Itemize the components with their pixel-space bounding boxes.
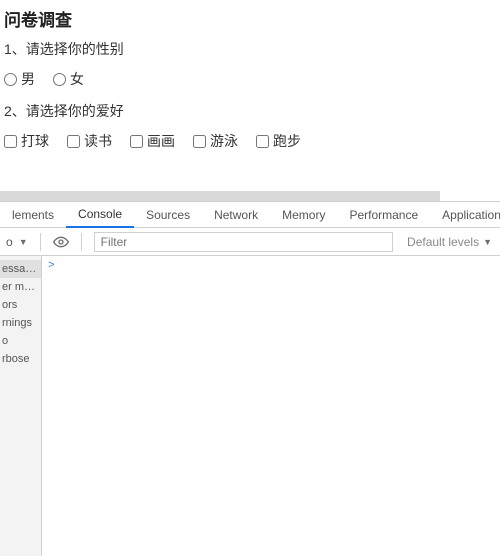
sidebar-item-info[interactable]: o (0, 332, 41, 350)
eye-icon[interactable] (53, 234, 69, 250)
tab-performance[interactable]: Performance (337, 202, 430, 228)
tab-memory[interactable]: Memory (270, 202, 337, 228)
context-label[interactable]: o (6, 235, 13, 249)
console-toolbar: o ▼ Default levels ▼ (0, 228, 500, 256)
question-2-text: 2、请选择你的爱好 (4, 101, 500, 121)
option-label: 男 (21, 69, 35, 89)
option-ball[interactable]: 打球 (4, 131, 49, 151)
levels-label: Default levels (407, 235, 479, 249)
option-draw[interactable]: 画画 (130, 131, 175, 151)
option-label: 读书 (84, 131, 112, 151)
page-title: 问卷调查 (4, 6, 500, 31)
sidebar-item-user-messages[interactable]: er me... (0, 278, 41, 296)
option-label: 女 (70, 69, 84, 89)
devtools-panel: lements Console Sources Network Memory P… (0, 201, 500, 556)
option-label: 打球 (21, 131, 49, 151)
option-label: 游泳 (210, 131, 238, 151)
divider (40, 233, 41, 251)
devtools-tabs: lements Console Sources Network Memory P… (0, 202, 500, 228)
toolbar-left: o ▼ (0, 228, 94, 255)
devtools-drag-handle[interactable] (0, 191, 440, 201)
checkbox-run[interactable] (256, 135, 269, 148)
tab-network[interactable]: Network (202, 202, 270, 228)
filter-input[interactable] (94, 232, 393, 252)
chevron-down-icon: ▼ (483, 237, 492, 247)
option-male[interactable]: 男 (4, 69, 35, 89)
tab-sources[interactable]: Sources (134, 202, 202, 228)
console-prompt-icon: > (48, 260, 55, 272)
tab-console[interactable]: Console (66, 202, 134, 228)
sidebar-item-warnings[interactable]: rnings (0, 314, 41, 332)
option-run[interactable]: 跑步 (256, 131, 301, 151)
question-2-options: 打球 读书 画画 游泳 跑步 (4, 131, 500, 151)
checkbox-ball[interactable] (4, 135, 17, 148)
radio-female[interactable] (53, 73, 66, 86)
option-swim[interactable]: 游泳 (193, 131, 238, 151)
spacer (0, 175, 500, 191)
sidebar-item-verbose[interactable]: rbose (0, 350, 41, 368)
checkbox-draw[interactable] (130, 135, 143, 148)
option-female[interactable]: 女 (53, 69, 84, 89)
question-1-text: 1、请选择你的性别 (4, 39, 500, 59)
sidebar-item-messages[interactable]: essages (0, 260, 41, 278)
chevron-down-icon[interactable]: ▼ (19, 237, 28, 247)
divider (81, 233, 82, 251)
console-body: essages er me... ors rnings o rbose > (0, 256, 500, 556)
survey-page: 问卷调查 1、请选择你的性别 男 女 2、请选择你的爱好 打球 读书 画画 游泳 (0, 0, 500, 175)
question-1-options: 男 女 (4, 69, 500, 89)
console-sidebar: essages er me... ors rnings o rbose (0, 256, 42, 556)
radio-male[interactable] (4, 73, 17, 86)
option-label: 跑步 (273, 131, 301, 151)
sidebar-item-errors[interactable]: ors (0, 296, 41, 314)
option-read[interactable]: 读书 (67, 131, 112, 151)
log-levels-dropdown[interactable]: Default levels ▼ (399, 235, 500, 249)
checkbox-read[interactable] (67, 135, 80, 148)
console-output[interactable]: > (42, 256, 500, 556)
checkbox-swim[interactable] (193, 135, 206, 148)
tab-application[interactable]: Application (430, 202, 500, 228)
option-label: 画画 (147, 131, 175, 151)
tab-elements[interactable]: lements (0, 202, 66, 228)
